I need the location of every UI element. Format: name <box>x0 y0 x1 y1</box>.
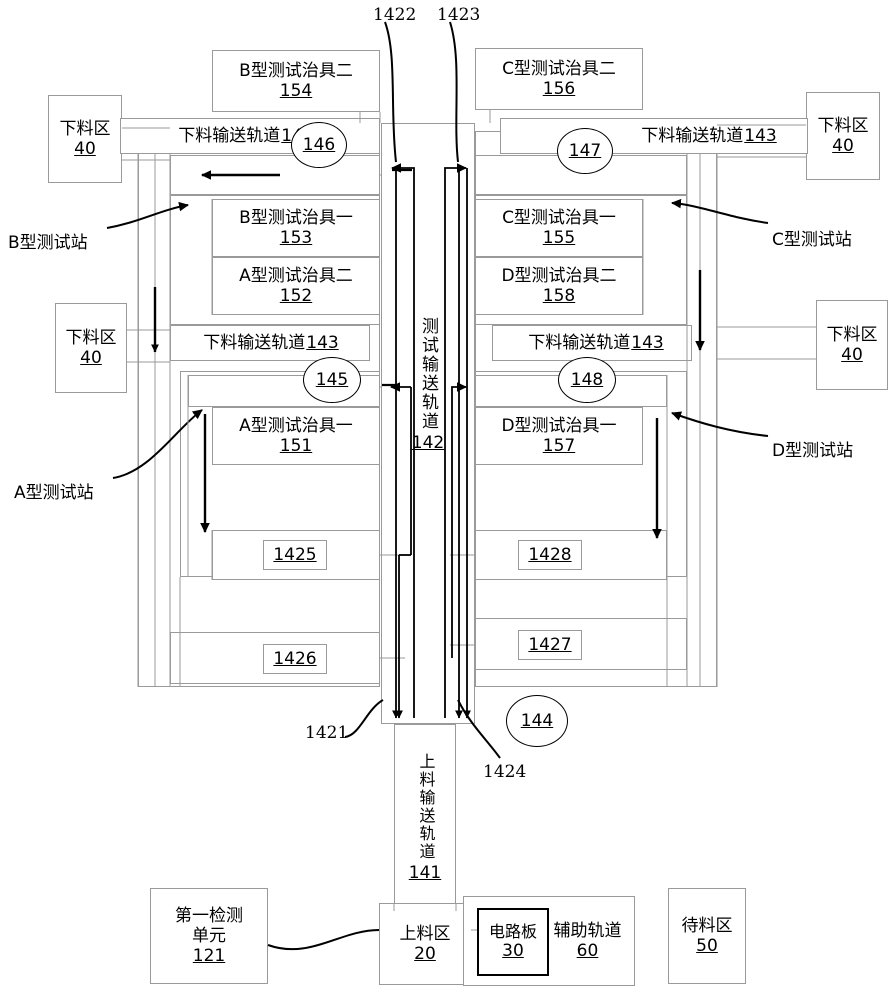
fixture-label-155: C型测试治具一 155 <box>475 199 643 257</box>
detect-unit-name-line1: 第一检测 <box>175 905 243 926</box>
unload-area-label-2: 下料区 40 <box>806 92 880 180</box>
branch-box-1426: 1426 <box>263 644 327 674</box>
circuit-board-num: 30 <box>502 941 524 962</box>
unload-track-name-4: 下料输送轨道 <box>528 332 631 353</box>
wait-area-label: 待料区 50 <box>668 888 746 984</box>
detect-unit-label: 第一检测 单元 121 <box>150 888 268 984</box>
fixture-num-151: 151 <box>279 436 313 456</box>
branch-num-1428: 1428 <box>528 545 572 565</box>
leader-num-1422: 1422 <box>373 5 417 25</box>
unload-track-num-4: 143 <box>631 332 664 353</box>
feed-track-num: 141 <box>408 862 442 883</box>
unload-area-name-1: 下料区 <box>59 118 111 139</box>
fixture-label-154: B型测试治具二 154 <box>212 50 380 112</box>
leader-num-1423: 1423 <box>437 5 481 25</box>
fixture-num-152: 152 <box>279 286 313 306</box>
aux-track-label: 辅助轨道 60 <box>540 896 635 986</box>
fixture-num-157: 157 <box>542 436 576 456</box>
wait-area-num: 50 <box>696 936 718 956</box>
unload-track-label-3: 下料输送轨道 143 <box>172 325 370 361</box>
feed-track-label: 上料输送轨道 141 <box>400 738 450 898</box>
fixture-label-152: A型测试治具二 152 <box>212 257 380 315</box>
detect-unit-num: 121 <box>192 946 226 967</box>
test-track-label: 测试输送轨道 142 <box>400 275 456 495</box>
branch-box-1425: 1425 <box>263 540 327 570</box>
aux-track-name: 辅助轨道 <box>553 920 622 941</box>
fixture-num-158: 158 <box>542 286 576 306</box>
branch-box-1428: 1428 <box>518 540 582 570</box>
patent-figure: 下料区 40 下料区 40 下料区 40 下料区 40 B型测试治具二 154 … <box>0 0 892 1000</box>
node-num-145: 145 <box>315 370 349 390</box>
node-num-147: 147 <box>568 141 602 161</box>
wait-area-name: 待料区 <box>681 915 733 936</box>
test-track-name: 测试输送轨道 <box>418 316 439 431</box>
branch-box-1427: 1427 <box>518 630 582 660</box>
circuit-board-label: 电路板 30 <box>477 908 549 976</box>
circuit-board-name: 电路板 <box>488 921 537 941</box>
unload-area-num-4: 40 <box>841 345 863 365</box>
leader-num-1421: 1421 <box>305 723 349 743</box>
unload-area-name-4: 下料区 <box>826 324 878 345</box>
left-return-lane <box>170 155 380 195</box>
unload-area-num-3: 40 <box>80 348 102 368</box>
unload-track-name-3: 下料输送轨道 <box>203 332 306 353</box>
detect-unit-name-line2: 单元 <box>192 925 226 946</box>
fixture-name-153: B型测试治具一 <box>239 207 353 228</box>
feed-area-num: 20 <box>414 944 436 964</box>
station-label-d: D型测试站 <box>772 441 854 461</box>
unload-track-num-2: 143 <box>744 125 777 146</box>
node-num-144: 144 <box>520 711 554 731</box>
fixture-name-154: B型测试治具二 <box>239 60 353 81</box>
fixture-label-157: D型测试治具一 157 <box>475 407 643 465</box>
fixture-label-153: B型测试治具一 153 <box>212 199 380 257</box>
fixture-name-156: C型测试治具二 <box>502 58 616 79</box>
aux-track-num: 60 <box>576 941 599 961</box>
node-circle-146: 146 <box>291 122 347 168</box>
station-label-c: C型测试站 <box>772 230 852 250</box>
feed-area-name: 上料区 <box>399 923 451 944</box>
node-circle-144: 144 <box>506 695 568 747</box>
unload-area-label-3: 下料区 40 <box>55 303 127 393</box>
unload-area-label-1: 下料区 40 <box>48 95 122 183</box>
node-circle-147: 147 <box>557 128 613 174</box>
test-track-num: 142 <box>411 432 445 453</box>
fixture-label-158: D型测试治具二 158 <box>475 257 643 315</box>
fixture-num-153: 153 <box>279 228 313 248</box>
fixture-name-157: D型测试治具一 <box>501 415 617 436</box>
branch-num-1427: 1427 <box>528 635 572 655</box>
unload-area-label-4: 下料区 40 <box>816 300 888 390</box>
branch-num-1425: 1425 <box>273 545 317 565</box>
unload-area-num-1: 40 <box>74 139 96 159</box>
fixture-num-154: 154 <box>279 81 313 101</box>
fixture-name-151: A型测试治具一 <box>239 415 353 436</box>
unload-area-num-2: 40 <box>832 136 854 156</box>
node-num-148: 148 <box>570 370 604 390</box>
fixture-name-158: D型测试治具二 <box>501 265 617 286</box>
feed-track-name: 上料输送轨道 <box>416 752 436 861</box>
fixture-name-155: C型测试治具一 <box>502 207 616 228</box>
node-num-146: 146 <box>302 135 336 155</box>
leader-num-1424: 1424 <box>483 762 527 782</box>
unload-track-label-4: 下料输送轨道 143 <box>498 325 694 361</box>
station-label-a: A型测试站 <box>14 483 94 503</box>
unload-area-name-2: 下料区 <box>817 115 869 136</box>
branch-num-1426: 1426 <box>273 649 317 669</box>
fixture-num-156: 156 <box>542 79 576 99</box>
node-circle-148: 148 <box>558 357 616 403</box>
fixture-label-156: C型测试治具二 156 <box>475 48 643 110</box>
fixture-num-155: 155 <box>542 228 576 248</box>
station-label-b: B型测试站 <box>8 233 88 253</box>
unload-track-name-2: 下料输送轨道 <box>641 125 744 146</box>
unload-track-label-2: 下料输送轨道 143 <box>614 118 804 154</box>
unload-track-num-3: 143 <box>306 332 339 353</box>
feed-area-label: 上料区 20 <box>379 903 471 985</box>
unload-track-name-1: 下料输送轨道 <box>178 125 281 146</box>
fixture-label-151: A型测试治具一 151 <box>212 407 380 465</box>
node-circle-145: 145 <box>303 357 361 403</box>
fixture-name-152: A型测试治具二 <box>239 265 353 286</box>
unload-area-name-3: 下料区 <box>65 327 117 348</box>
